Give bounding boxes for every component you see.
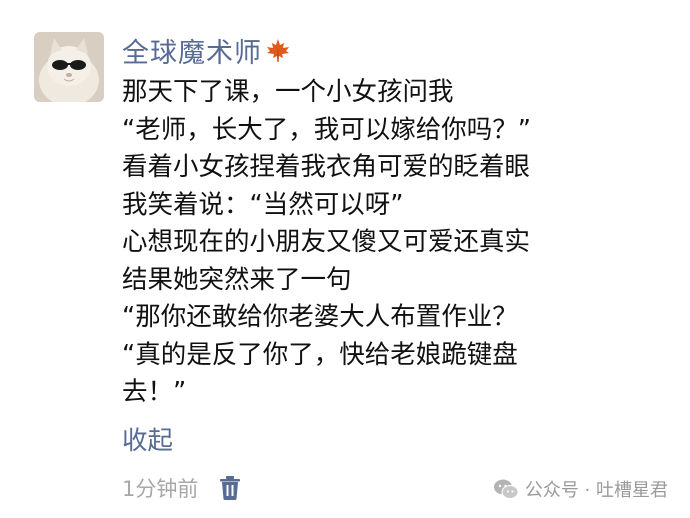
post-text-line: 去！”	[122, 377, 187, 407]
post-text-line: 结果她突然来了一句	[122, 264, 352, 295]
username[interactable]: 全球魔术师	[122, 31, 262, 70]
post-text-line: “老师，长大了，我可以嫁给你吗？”	[122, 114, 531, 145]
post-text-line: 那天下了课，一个小女孩问我	[122, 77, 454, 107]
wechat-icon	[493, 479, 519, 499]
cat-with-sunglasses-avatar	[34, 32, 104, 102]
post-meta-row: 1分钟前	[122, 470, 242, 506]
username-row: 全球魔术师	[122, 30, 291, 70]
maple-leaf-icon	[265, 37, 291, 63]
post-text-line: “那你还敢给你老婆大人布置作业？	[122, 302, 518, 332]
post-text-line: 心想现在的小朋友又傻又可爱还真实	[122, 227, 531, 257]
trash-icon[interactable]	[218, 475, 242, 501]
avatar[interactable]	[34, 32, 104, 102]
watermark-text: 公众号 · 吐槽星君	[524, 480, 668, 501]
moments-post: 全球魔术师 那天下了课，一个小女孩问我 “老师，长大了，我可以嫁给你吗？” 看着…	[0, 0, 690, 518]
post-content: 那天下了课，一个小女孩问我 “老师，长大了，我可以嫁给你吗？” 看着小女孩捏着我…	[122, 74, 662, 412]
post-text-line: 我笑着说：“当然可以呀”	[122, 189, 404, 220]
post-timestamp: 1分钟前	[122, 477, 199, 501]
watermark: 公众号 · 吐槽星君	[493, 474, 668, 504]
post-text-line: “真的是反了你了，快给老娘跪键盘	[122, 339, 518, 370]
collapse-button[interactable]: 收起	[122, 420, 173, 457]
post-text-line: 看着小女孩捏着我衣角可爱的眨着眼	[122, 152, 531, 182]
